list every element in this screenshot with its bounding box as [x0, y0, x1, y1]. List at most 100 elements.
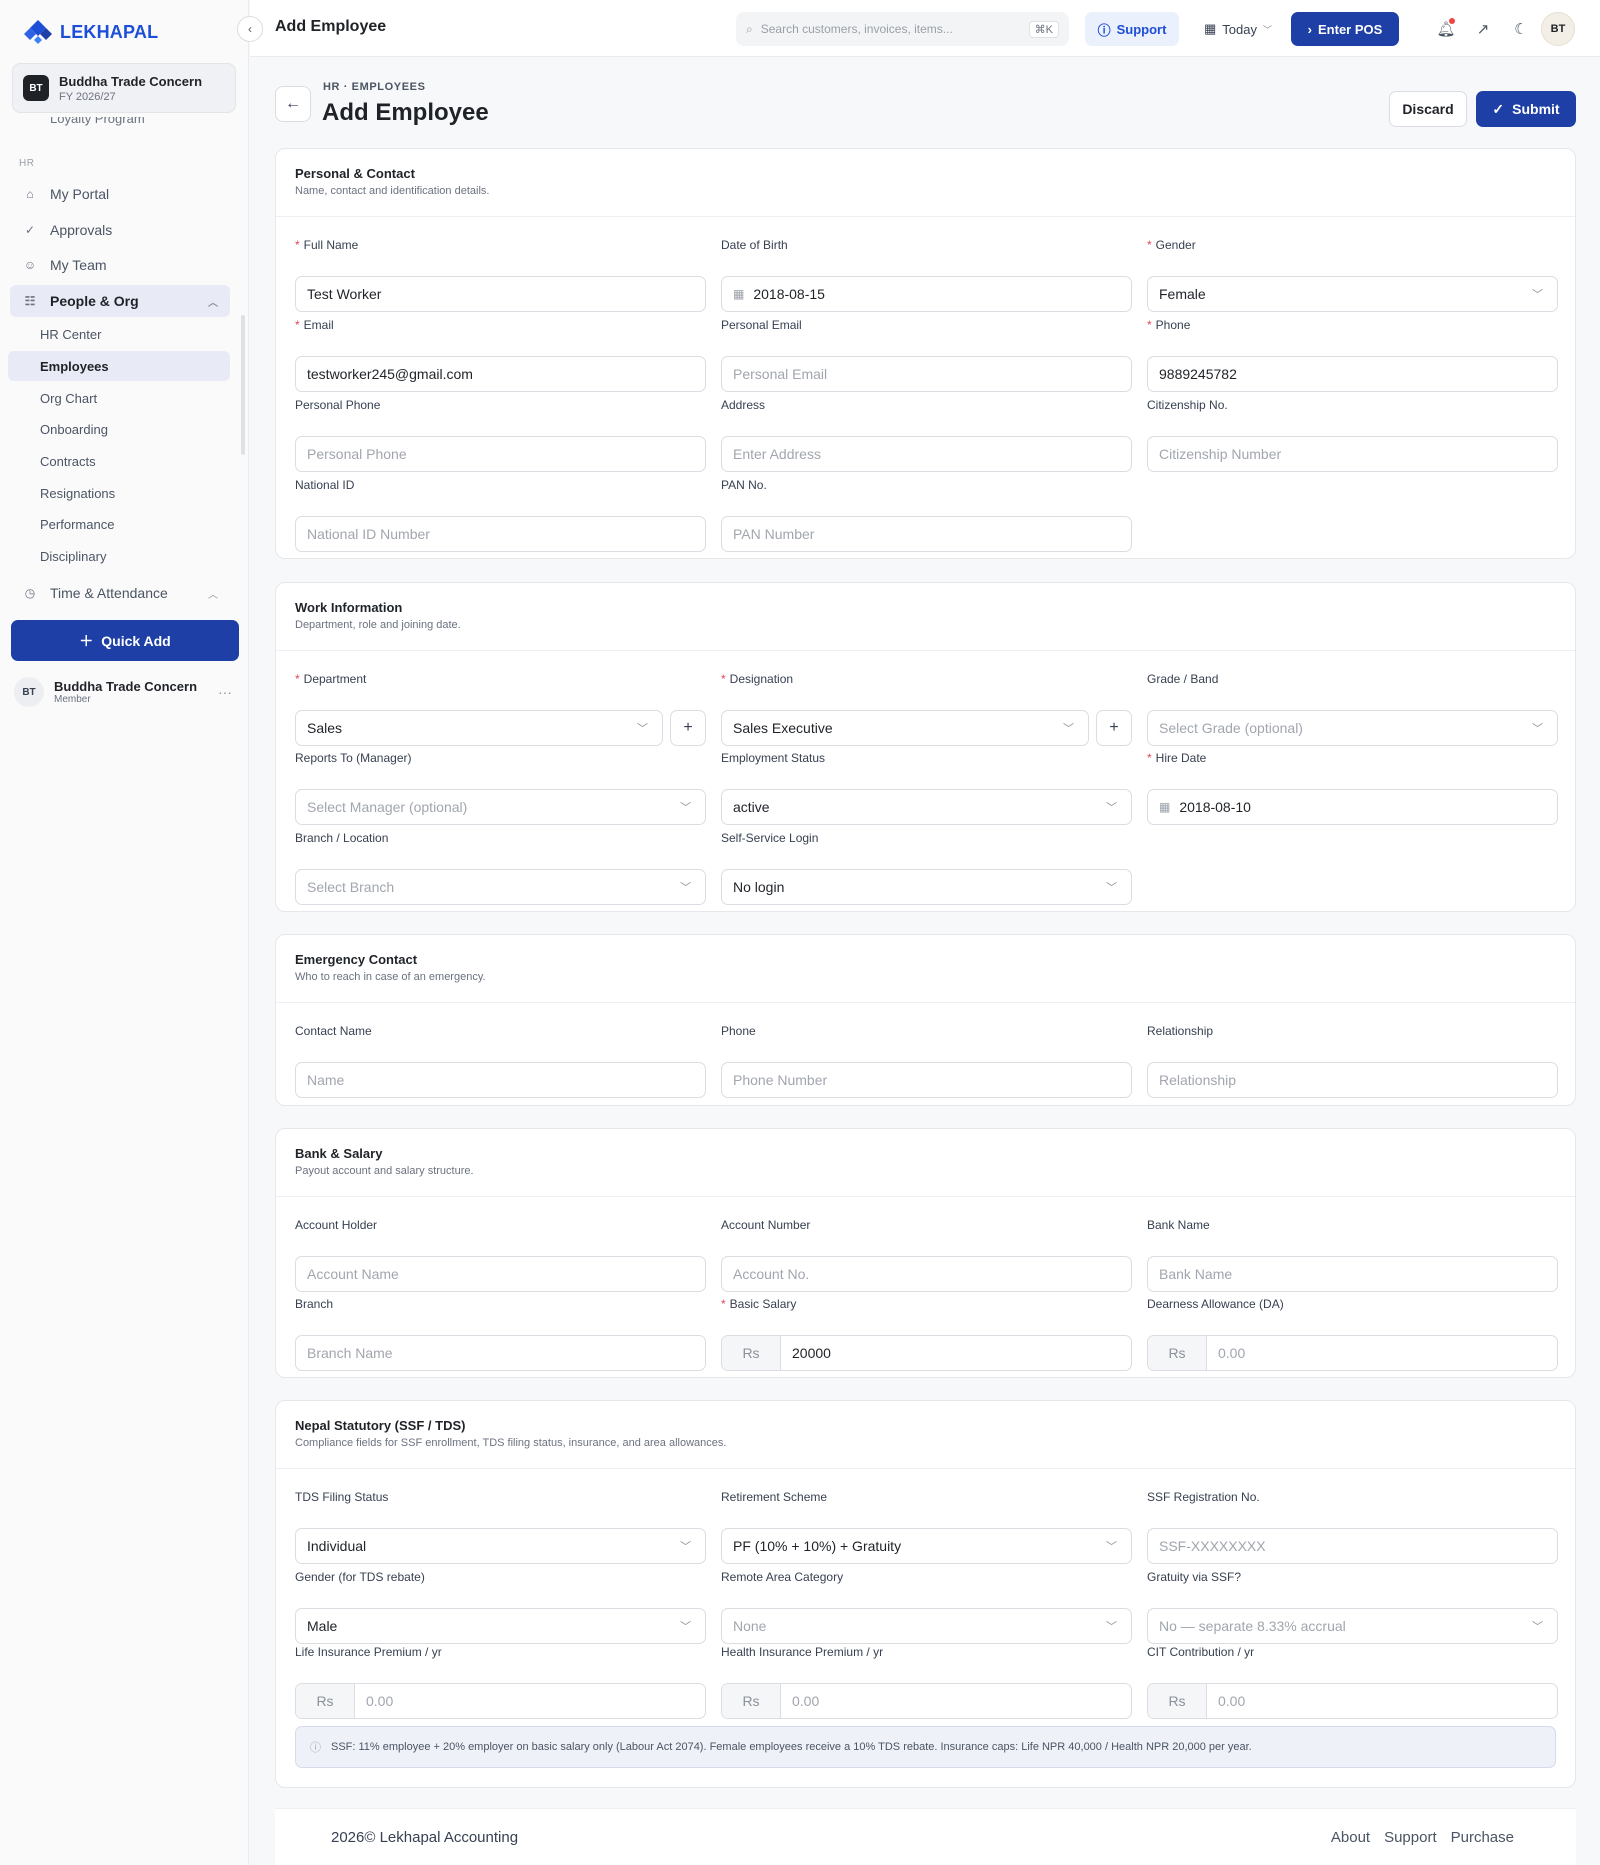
sidebar-subitem-resignations[interactable]: Resignations	[8, 478, 230, 508]
sidebar-subitem-contracts[interactable]: Contracts	[8, 446, 230, 476]
sidebar-item-time-attendance[interactable]: ◷ Time & Attendance ︿	[10, 577, 230, 609]
avatar[interactable]: BT	[1541, 12, 1575, 46]
gender-select[interactable]: Female ﹀	[1147, 276, 1558, 312]
more-icon[interactable]: ···	[218, 684, 232, 700]
sidebar-item-my-team[interactable]: ☺ My Team	[10, 249, 230, 281]
tds-gender-select[interactable]: Male ﹀	[295, 1608, 706, 1644]
full-name-field: * Full Name Test Worker	[295, 238, 706, 312]
designation-select[interactable]: Sales Executive ﹀	[721, 710, 1089, 746]
dob-input[interactable]: ▦ 2018-08-15	[721, 276, 1132, 312]
sidebar-subitem-performance[interactable]: Performance	[8, 509, 230, 539]
sidebar-item-loyalty-program[interactable]: Loyalty Program	[20, 117, 220, 129]
sidebar-item-approvals[interactable]: ✓ Approvals	[10, 214, 230, 246]
sidebar-subitem-onboarding[interactable]: Onboarding	[8, 414, 230, 444]
ssf-info-note: ⓘ SSF: 11% employee + 20% employer on ba…	[295, 1726, 1556, 1768]
personal-phone-input[interactable]: Personal Phone	[295, 436, 706, 472]
hire-date-input[interactable]: ▦ 2018-08-10	[1147, 789, 1558, 825]
enter-pos-button[interactable]: › Enter POS	[1291, 12, 1399, 46]
self-service-login-field: Self-Service Login No login ﹀	[721, 831, 1132, 905]
notifications-bell-icon[interactable]: 🔔︎	[1433, 16, 1459, 42]
phone-input[interactable]: 9889245782	[1147, 356, 1558, 392]
emergency-phone-field: Phone Phone Number	[721, 1024, 1132, 1098]
page-title: Add Employee	[322, 99, 489, 126]
currency-prefix: Rs	[1148, 1684, 1207, 1718]
add-department-button[interactable]: +	[670, 710, 706, 746]
section-subtitle: Payout account and salary structure.	[295, 1165, 474, 1177]
account-holder-field: Account Holder Account Name	[295, 1218, 706, 1292]
health-insurance-input[interactable]: Rs 0.00	[721, 1683, 1132, 1719]
ssf-registration-input[interactable]: SSF-XXXXXXXX	[1147, 1528, 1558, 1564]
relationship-input[interactable]: Relationship	[1147, 1062, 1558, 1098]
user-menu[interactable]: BT Buddha Trade Concern Member ···	[14, 677, 238, 707]
email-input[interactable]: testworker245@gmail.com	[295, 356, 706, 392]
sidebar-item-my-portal[interactable]: ⌂ My Portal	[10, 178, 230, 210]
department-select[interactable]: Sales ﹀	[295, 710, 663, 746]
org-switcher[interactable]: BT Buddha Trade Concern FY 2026/27	[12, 63, 236, 113]
dob-field: Date of Birth ▦ 2018-08-15	[721, 238, 1132, 312]
back-button[interactable]: ←	[275, 86, 311, 122]
personal-email-input[interactable]: Personal Email	[721, 356, 1132, 392]
dark-mode-moon-icon[interactable]: ☾	[1508, 16, 1534, 42]
account-number-input[interactable]: Account No.	[721, 1256, 1132, 1292]
branch-select[interactable]: Select Branch ﹀	[295, 869, 706, 905]
external-link-icon[interactable]: ↗	[1470, 16, 1496, 42]
footer-link-support[interactable]: Support	[1384, 1829, 1437, 1846]
sidebar-subitem-hr-center[interactable]: HR Center	[8, 319, 230, 349]
footer-link-purchase[interactable]: Purchase	[1451, 1829, 1514, 1846]
national-id-input[interactable]: National ID Number	[295, 516, 706, 552]
pan-input[interactable]: PAN Number	[721, 516, 1132, 552]
sidebar-item-people-org[interactable]: ☷ People & Org ︿	[10, 285, 230, 317]
employment-status-select[interactable]: active ﹀	[721, 789, 1132, 825]
grade-field: Grade / Band Select Grade (optional) ﹀	[1147, 672, 1558, 746]
support-button[interactable]: ⓘ Support	[1085, 12, 1179, 46]
discard-button[interactable]: Discard	[1389, 91, 1467, 127]
citizenship-input[interactable]: Citizenship Number	[1147, 436, 1558, 472]
calendar-icon: ▦	[1203, 21, 1217, 36]
cit-contribution-field: CIT Contribution / yr Rs 0.00	[1147, 1645, 1558, 1719]
topbar-title: Add Employee	[275, 18, 387, 35]
emergency-name-input[interactable]: Name	[295, 1062, 706, 1098]
bank-name-input[interactable]: Bank Name	[1147, 1256, 1558, 1292]
currency-prefix: Rs	[722, 1336, 781, 1370]
chevron-down-icon: ﹀	[1532, 289, 1543, 301]
sidebar-subitem-employees[interactable]: Employees	[8, 351, 230, 381]
currency-prefix: Rs	[296, 1684, 355, 1718]
grade-select[interactable]: Select Grade (optional) ﹀	[1147, 710, 1558, 746]
address-input[interactable]: Enter Address	[721, 436, 1132, 472]
cit-contribution-input[interactable]: Rs 0.00	[1147, 1683, 1558, 1719]
basic-salary-field: * Basic Salary Rs 20000	[721, 1297, 1132, 1371]
tds-filing-status-select[interactable]: Individual ﹀	[295, 1528, 706, 1564]
dearness-allowance-field: Dearness Allowance (DA) Rs 0.00	[1147, 1297, 1558, 1371]
chevron-down-icon: ﹀	[680, 802, 691, 814]
search-icon: ⌕	[746, 21, 753, 36]
retirement-scheme-select[interactable]: PF (10% + 10%) + Gratuity ﹀	[721, 1528, 1132, 1564]
sidebar-subitem-disciplinary[interactable]: Disciplinary	[8, 541, 230, 571]
self-service-login-select[interactable]: No login ﹀	[721, 869, 1132, 905]
reports-to-field: Reports To (Manager) Select Manager (opt…	[295, 751, 706, 825]
manager-select[interactable]: Select Manager (optional) ﹀	[295, 789, 706, 825]
account-holder-input[interactable]: Account Name	[295, 1256, 706, 1292]
gratuity-ssf-select[interactable]: No — separate 8.33% accrual ﹀	[1147, 1608, 1558, 1644]
brand-logo[interactable]: LEKHAPAL	[22, 18, 158, 46]
life-insurance-input[interactable]: Rs 0.00	[295, 1683, 706, 1719]
basic-salary-input[interactable]: Rs 20000	[721, 1335, 1132, 1371]
add-designation-button[interactable]: +	[1096, 710, 1132, 746]
dearness-allowance-input[interactable]: Rs 0.00	[1147, 1335, 1558, 1371]
full-name-input[interactable]: Test Worker	[295, 276, 706, 312]
chevron-down-icon: ﹀	[1262, 24, 1272, 35]
sidebar-section-hr: HR	[19, 158, 35, 169]
sidebar-scrollbar[interactable]	[241, 315, 245, 455]
bank-branch-input[interactable]: Branch Name	[295, 1335, 706, 1371]
remote-area-select[interactable]: None ﹀	[721, 1608, 1132, 1644]
emergency-phone-input[interactable]: Phone Number	[721, 1062, 1132, 1098]
address-field: Address Enter Address	[721, 398, 1132, 472]
footer-link-about[interactable]: About	[1331, 1829, 1370, 1846]
quick-add-button[interactable]: ＋ Quick Add	[11, 620, 239, 661]
collapse-sidebar-button[interactable]: ‹	[237, 16, 263, 42]
citizenship-field: Citizenship No. Citizenship Number	[1147, 398, 1558, 472]
date-range-button[interactable]: ▦ Today ﹀	[1195, 12, 1281, 46]
submit-button[interactable]: ✓ Submit	[1476, 91, 1576, 127]
search-input[interactable]: ⌕ Search customers, invoices, items... ⌘…	[736, 12, 1069, 46]
chevron-down-icon: ﹀	[1106, 1621, 1117, 1633]
sidebar-subitem-org-chart[interactable]: Org Chart	[8, 383, 230, 413]
